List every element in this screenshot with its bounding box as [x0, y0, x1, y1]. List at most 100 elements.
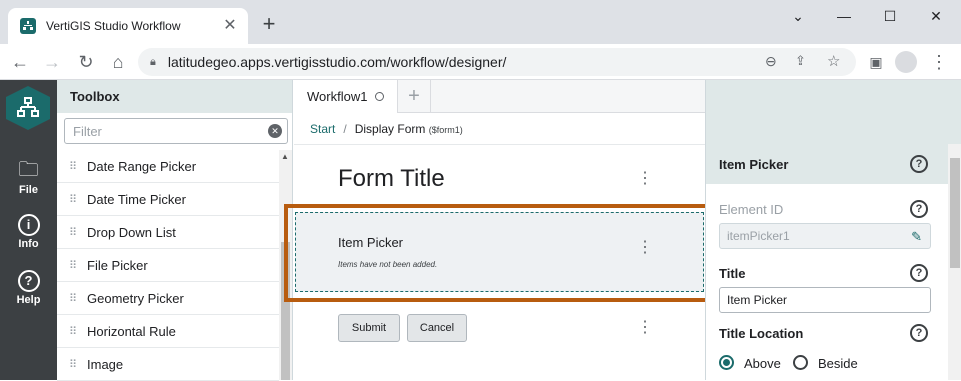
filter-placeholder: Filter: [73, 124, 102, 139]
browser-tab[interactable]: VertiGIS Studio Workflow ✕: [8, 8, 248, 44]
designer-canvas: Workflow1 + Start / Display Form ($form1) …: [284, 80, 714, 380]
radio-above[interactable]: [719, 355, 734, 370]
element-id-help-icon[interactable]: ?: [910, 200, 928, 218]
submit-button[interactable]: Submit: [338, 314, 400, 342]
title-label: Title: [719, 266, 746, 281]
share-icon[interactable]: ⇪: [795, 53, 806, 69]
maximize-button[interactable]: ☐: [867, 4, 913, 28]
item-picker-title: Item Picker: [338, 235, 404, 250]
element-id-label: Element ID: [719, 202, 784, 217]
forward-icon[interactable]: →: [40, 50, 64, 74]
properties-scroll-thumb[interactable]: [950, 158, 960, 268]
breadcrumb-start-link[interactable]: Start: [310, 122, 335, 136]
tab-search-icon[interactable]: ⌄: [775, 4, 821, 28]
close-tab-icon[interactable]: ✕: [220, 16, 240, 36]
buttons-menu-icon[interactable]: ⋮: [637, 320, 653, 336]
title-location-label: Title Location: [719, 326, 804, 341]
folder-icon: 🗀︎: [18, 159, 39, 181]
item-picker-empty-text: Items have not been added.: [338, 260, 438, 269]
breadcrumb-current: Display Form: [354, 122, 426, 136]
bookmark-star-icon[interactable]: ☆: [827, 52, 840, 70]
clear-filter-icon[interactable]: ✕: [268, 124, 282, 138]
side-panel-icon[interactable]: ▣: [864, 50, 888, 74]
rail-info-label: Info: [18, 238, 39, 250]
toolbox-item-label: File Picker: [87, 257, 148, 273]
toolbox-item-drop-down-list[interactable]: ⠿ Drop Down List: [57, 216, 279, 249]
profile-avatar[interactable]: [895, 51, 917, 73]
app-root: 🗀︎ File i Info ? Help Toolbox Filter ✕ ⠿…: [0, 80, 961, 381]
pencil-icon[interactable]: ✎: [911, 229, 922, 245]
toolbox-title: Toolbox: [57, 80, 292, 113]
toolbox-item-file-picker[interactable]: ⠿ File Picker: [57, 249, 279, 282]
properties-panel: Item Picker ? Element ID ? itemPicker1 ✎…: [705, 80, 961, 380]
address-bar[interactable]: 🔒︎ latitudegeo.apps.vertigisstudio.com/w…: [138, 48, 856, 76]
radio-above-label: Above: [744, 356, 781, 371]
lock-icon[interactable]: 🔒︎: [150, 56, 156, 69]
toolbox-item-date-time-picker[interactable]: ⠿ Date Time Picker: [57, 183, 279, 216]
help-icon[interactable]: ?: [910, 155, 928, 173]
rail-help-label: Help: [16, 294, 41, 306]
document-tabs: Workflow1 +: [294, 80, 705, 113]
browser-toolbar: ← → ↻ ⌂ 🔒︎ latitudegeo.apps.vertigisstud…: [0, 44, 961, 80]
toolbox-item-label: Date Time Picker: [87, 191, 186, 207]
title-location-help-icon[interactable]: ?: [910, 324, 928, 342]
info-icon: i: [17, 214, 40, 236]
title-value: Item Picker: [727, 293, 788, 307]
form-title[interactable]: Form Title: [338, 165, 445, 193]
reload-icon[interactable]: ↻: [74, 50, 98, 74]
toolbox-item-label: Geometry Picker: [87, 290, 184, 306]
properties-scrollbar[interactable]: [948, 144, 961, 380]
browser-tab-title: VertiGIS Studio Workflow: [46, 19, 181, 33]
new-tab-button[interactable]: +: [258, 13, 280, 36]
menu-kebab-icon[interactable]: ⋮: [927, 50, 951, 74]
drag-handle-icon[interactable]: ⠿: [69, 160, 87, 173]
tab-workflow1-label: Workflow1: [307, 89, 368, 104]
element-id-field[interactable]: itemPicker1 ✎: [719, 223, 931, 249]
radio-beside[interactable]: [793, 355, 808, 370]
toolbox-item-label: Date Range Picker: [87, 158, 197, 174]
toolbox-panel: Toolbox Filter ✕ ⠿ Date Range Picker ⠿ Dat…: [57, 80, 293, 381]
workflow-logo-icon[interactable]: [6, 86, 50, 130]
breadcrumb-separator: /: [343, 122, 347, 136]
close-window-button[interactable]: ✕: [913, 4, 959, 28]
add-tab-icon[interactable]: +: [398, 80, 431, 113]
toolbox-item-image[interactable]: ⠿ Image: [57, 348, 279, 381]
drag-handle-icon[interactable]: ⠿: [69, 259, 87, 272]
home-icon[interactable]: ⌂: [106, 50, 130, 74]
element-id-value: itemPicker1: [727, 229, 790, 243]
rail-file[interactable]: 🗀︎ File: [0, 158, 57, 196]
drag-handle-icon[interactable]: ⠿: [69, 226, 87, 239]
zoom-icon[interactable]: ⊖: [765, 53, 777, 70]
title-help-icon[interactable]: ?: [910, 264, 928, 282]
toolbox-item-label: Horizontal Rule: [87, 323, 176, 339]
url-text: latitudegeo.apps.vertigisstudio.com/work…: [167, 54, 507, 70]
properties-top-band: [706, 80, 961, 144]
form-title-menu-icon[interactable]: ⋮: [637, 171, 653, 187]
toolbox-item-geometry-picker[interactable]: ⠿ Geometry Picker: [57, 282, 279, 315]
rail-file-label: File: [19, 184, 38, 196]
app-favicon-icon: [20, 18, 36, 34]
left-rail: 🗀︎ File i Info ? Help: [0, 80, 57, 380]
toolbox-item-label: Drop Down List: [87, 224, 176, 240]
drag-handle-icon[interactable]: ⠿: [69, 325, 87, 338]
browser-tab-strip: VertiGIS Studio Workflow ✕ + ⌄ — ☐ ✕: [0, 0, 961, 44]
scroll-up-icon[interactable]: ▲: [281, 152, 289, 161]
unsaved-dot-icon: [375, 92, 385, 101]
rail-help[interactable]: ? Help: [0, 270, 57, 306]
item-picker-menu-icon[interactable]: ⋮: [637, 240, 653, 256]
breadcrumb: Start / Display Form ($form1): [294, 113, 705, 145]
back-icon[interactable]: ←: [8, 50, 32, 74]
drag-handle-icon[interactable]: ⠿: [69, 292, 87, 305]
help-icon: ?: [17, 270, 40, 292]
title-field[interactable]: Item Picker: [719, 287, 931, 313]
breadcrumb-form-id: ($form1): [428, 125, 463, 135]
cancel-button[interactable]: Cancel: [407, 314, 467, 342]
rail-info[interactable]: i Info: [0, 214, 57, 250]
toolbox-item-date-range-picker[interactable]: ⠿ Date Range Picker: [57, 150, 279, 183]
drag-handle-icon[interactable]: ⠿: [69, 358, 87, 371]
drag-handle-icon[interactable]: ⠿: [69, 193, 87, 206]
minimize-button[interactable]: —: [821, 4, 867, 28]
toolbox-item-horizontal-rule[interactable]: ⠿ Horizontal Rule: [57, 315, 279, 348]
toolbox-filter-input[interactable]: Filter ✕: [64, 118, 288, 144]
tab-workflow1[interactable]: Workflow1: [294, 80, 398, 113]
